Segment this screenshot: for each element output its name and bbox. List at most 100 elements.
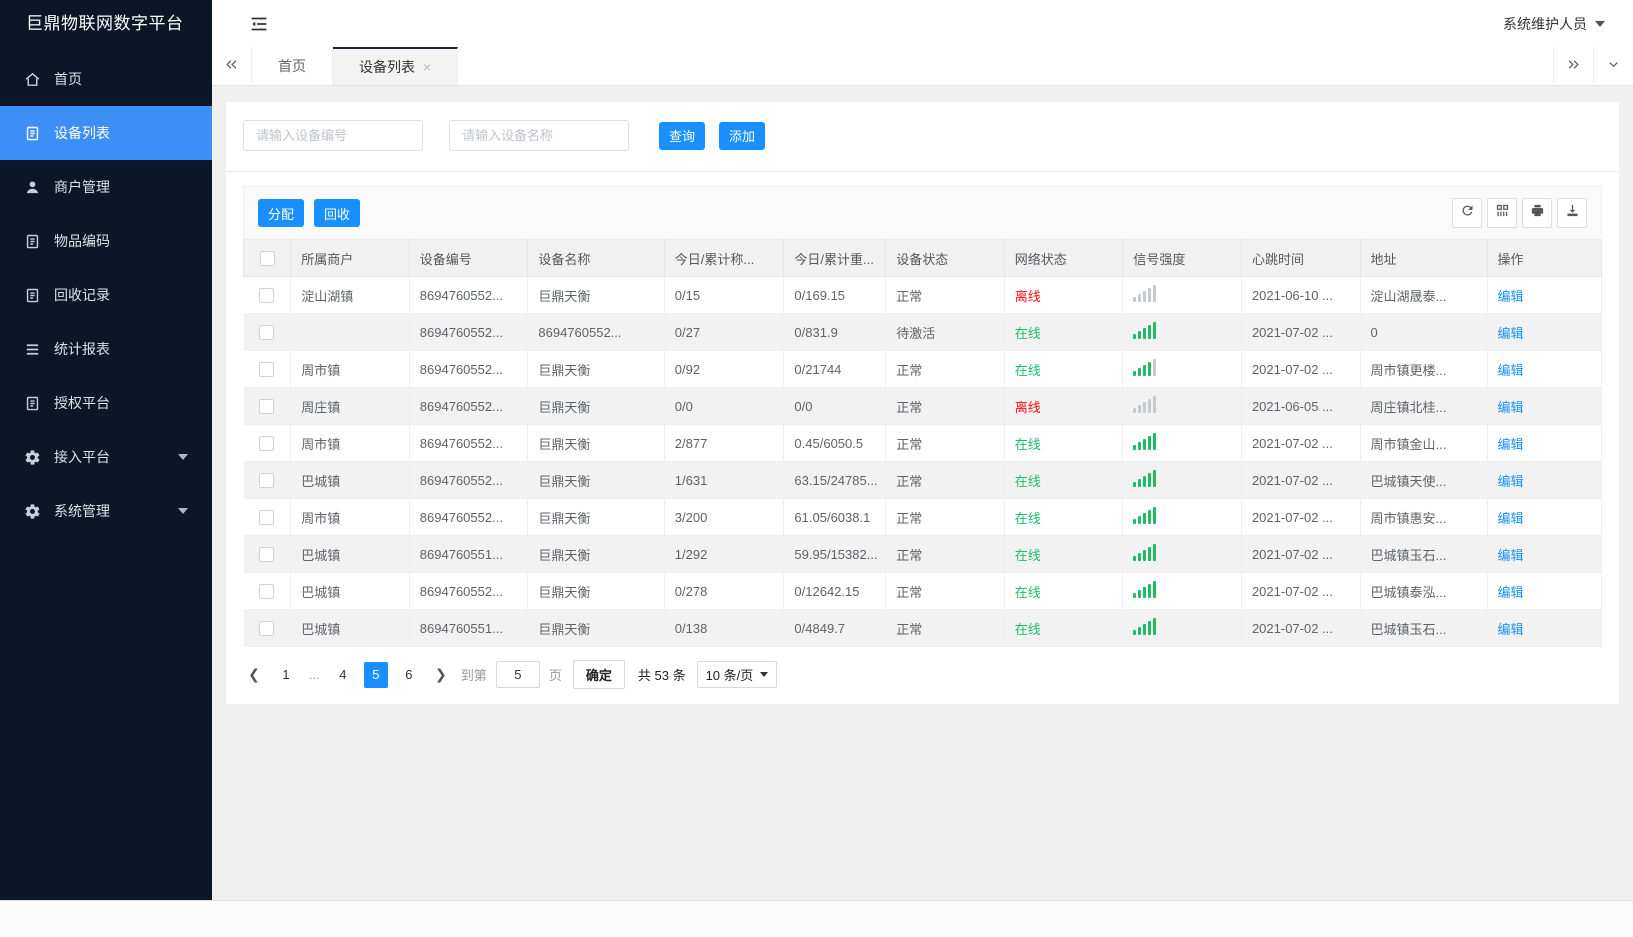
sidebar-item-label: 授权平台 (54, 395, 110, 411)
device-status-cell: 正常 (885, 387, 1005, 425)
sidebar-item-4[interactable]: 回收记录 (0, 268, 212, 322)
table-row: 8694760552... 8694760552... 0/27 0/831.9 待激活… (243, 313, 1603, 351)
row-checkbox[interactable] (259, 325, 275, 341)
stats-icon (24, 341, 41, 358)
table-row: 巴城镇 8694760552... 巨鼎天衡 1/631 63.15/24785... 正… (243, 461, 1603, 499)
assign-button[interactable]: 分配 (258, 199, 305, 227)
edit-link[interactable]: 编辑 (1498, 363, 1524, 378)
search-row: 查询 添加 (226, 102, 1619, 172)
tab-1[interactable]: 设备列表 × (333, 47, 459, 85)
row-checkbox[interactable] (259, 288, 275, 304)
tab-forward-button[interactable] (1553, 47, 1593, 85)
select-all-checkbox[interactable] (259, 251, 275, 267)
edit-link[interactable]: 编辑 (1498, 474, 1524, 489)
edit-link[interactable]: 编辑 (1498, 437, 1524, 452)
recycle-button[interactable]: 回收 (314, 199, 361, 227)
cell-text: 2021-07-02 ... (1251, 472, 1333, 488)
page-button-4[interactable]: 4 (331, 662, 355, 688)
sidebar-item-7[interactable]: 接入平台 (0, 430, 212, 484)
today-count-cell: 0/138 (664, 609, 785, 647)
printer-icon (1530, 203, 1545, 223)
today-count-cell: 0/278 (664, 572, 785, 610)
row-checkbox[interactable] (259, 547, 275, 563)
device-name-cell: 巨鼎天衡 (527, 461, 665, 499)
checkbox-cell (243, 276, 292, 314)
table-row: 周市镇 8694760552... 巨鼎天衡 0/92 0/21744 正常 在线 2021-… (243, 350, 1603, 388)
signal-cell (1122, 313, 1242, 351)
merchant-cell: 周市镇 (290, 498, 410, 536)
device-no-input[interactable] (243, 120, 423, 151)
column-header: 心跳时间 (1240, 239, 1361, 277)
sidebar-item-8[interactable]: 系统管理 (0, 484, 212, 538)
close-icon[interactable]: × (423, 60, 431, 74)
column-settings-button[interactable] (1487, 198, 1517, 228)
cell-text: 巴城镇 (301, 584, 341, 600)
user-menu[interactable]: 系统维护人员 (1503, 14, 1605, 34)
grid-panel: 分配 回收 所属商户 设备编号 设备名称 今日/累计称... 今日/累计重...… (242, 186, 1603, 647)
row-checkbox[interactable] (259, 362, 275, 378)
export-button[interactable] (1557, 198, 1587, 228)
row-checkbox[interactable] (259, 584, 275, 600)
signal-cell (1122, 387, 1242, 425)
action-cell: 编辑 (1487, 461, 1603, 499)
sidebar-item-6[interactable]: 授权平台 (0, 376, 212, 430)
collapse-sidebar-button[interactable] (248, 13, 270, 35)
edit-link[interactable]: 编辑 (1498, 548, 1524, 563)
cell-text: 正常 (896, 399, 923, 415)
sidebar-item-1[interactable]: 设备列表 (0, 106, 212, 160)
edit-link[interactable]: 编辑 (1498, 622, 1524, 637)
sidebar-item-2[interactable]: 商户管理 (0, 160, 212, 214)
refresh-button[interactable] (1452, 198, 1482, 228)
edit-link[interactable]: 编辑 (1498, 400, 1524, 415)
row-checkbox[interactable] (259, 436, 275, 452)
tab-back-button[interactable] (212, 47, 252, 85)
page-size-select[interactable]: 10 条/页 (696, 661, 778, 688)
chevron-down-icon (1595, 20, 1605, 27)
row-checkbox[interactable] (259, 473, 275, 489)
edit-link[interactable]: 编辑 (1498, 585, 1524, 600)
row-checkbox[interactable] (259, 621, 275, 637)
edit-link[interactable]: 编辑 (1498, 326, 1524, 341)
tab-0[interactable]: 首页 (252, 47, 333, 85)
add-button[interactable]: 添加 (719, 121, 766, 150)
page-button-1[interactable]: 1 (274, 662, 298, 688)
today-weight-cell: 61.05/6038.1 (783, 498, 887, 536)
device-name-cell: 巨鼎天衡 (527, 609, 665, 647)
cell-text: 2021-06-05 ... (1251, 398, 1333, 414)
today-count-cell: 0/15 (664, 276, 785, 314)
device-name-cell: 巨鼎天衡 (527, 387, 665, 425)
cell-text: 巴城镇天使... (1370, 473, 1447, 489)
cell-text: 8694760552... (419, 398, 503, 414)
edit-link[interactable]: 编辑 (1498, 511, 1524, 526)
cell-text: 0/138 (674, 620, 708, 636)
sidebar-item-5[interactable]: 统计报表 (0, 322, 212, 376)
today-weight-cell: 63.15/24785... (783, 461, 887, 499)
merchant-cell: 淀山湖镇 (290, 276, 410, 314)
page-button-6[interactable]: 6 (397, 662, 421, 688)
print-button[interactable] (1522, 198, 1552, 228)
query-button[interactable]: 查询 (659, 121, 706, 150)
goto-page-input[interactable] (495, 661, 540, 688)
columns-icon (1495, 203, 1510, 223)
edit-link[interactable]: 编辑 (1498, 289, 1524, 304)
row-checkbox[interactable] (259, 510, 275, 526)
page-button-5[interactable]: 5 (363, 661, 388, 688)
device-name-input[interactable] (449, 120, 629, 151)
network-status-badge: 在线 (1014, 621, 1041, 637)
signal-cell (1122, 572, 1242, 610)
today-weight-cell: 0/831.9 (783, 313, 887, 351)
merchant-cell: 巴城镇 (290, 609, 410, 647)
prev-page-button[interactable]: ❮ (243, 662, 265, 688)
tab-menu-button[interactable] (1593, 47, 1633, 85)
sidebar-item-label: 首页 (54, 71, 82, 87)
column-header: 地址 (1359, 239, 1488, 277)
confirm-button[interactable]: 确定 (572, 660, 625, 689)
row-checkbox[interactable] (259, 399, 275, 415)
total-count-label: 共 53 条 (637, 668, 686, 683)
sidebar-item-3[interactable]: 物品编码 (0, 214, 212, 268)
cell-text: 巴城镇 (301, 473, 341, 489)
next-page-button[interactable]: ❯ (430, 662, 452, 688)
sidebar-item-0[interactable]: 首页 (0, 52, 212, 106)
cell-text: 2021-07-02 ... (1251, 546, 1333, 562)
page-unit-label: 页 (548, 668, 562, 683)
